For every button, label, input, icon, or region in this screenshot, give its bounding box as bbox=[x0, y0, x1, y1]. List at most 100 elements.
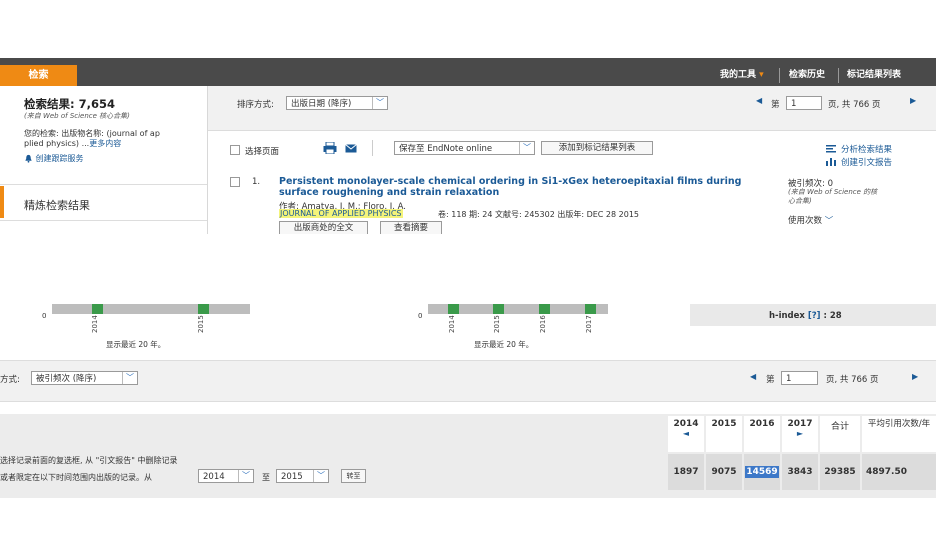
query-more-link[interactable]: 更多内容 bbox=[89, 139, 121, 148]
from-year-value: 2014 bbox=[203, 472, 225, 482]
citation-sort-select[interactable]: 被引频次 (降序) ﹀ bbox=[31, 371, 138, 385]
citations-2016: 14569 bbox=[744, 454, 780, 490]
citations-2014: 1897 bbox=[668, 454, 704, 490]
chart2-year-label: 2017 bbox=[585, 315, 593, 333]
next-page-icon[interactable]: ▶ bbox=[910, 96, 916, 105]
citations-2017: 3843 bbox=[782, 454, 818, 490]
refine-results-heading[interactable]: 精炼检索结果 bbox=[24, 197, 90, 213]
h-index: h-index [?] : 28 bbox=[769, 311, 842, 321]
record-journal[interactable]: JOURNAL OF APPLIED PHYSICS bbox=[279, 209, 403, 218]
page-number-input[interactable]: 1 bbox=[786, 96, 822, 110]
average-label: 平均引用次数/年 bbox=[867, 419, 931, 429]
citation-sort-value: 被引频次 (降序) bbox=[36, 374, 97, 384]
citation-sort-label: 方式: bbox=[0, 375, 20, 385]
full-text-button[interactable]: 出版商处的全文 bbox=[279, 221, 368, 234]
results-source: (来自 Web of Science 核心合集) bbox=[24, 112, 130, 120]
to-year-select[interactable]: 2015 ﹀ bbox=[276, 469, 329, 483]
create-alert-link[interactable]: 创建跟踪服务 bbox=[24, 153, 84, 164]
h-index-box: h-index [?] : 28 bbox=[690, 304, 936, 326]
marked-list-link[interactable]: 标记结果列表 bbox=[847, 65, 901, 86]
record-title-link[interactable]: Persistent monolayer-scale chemical orde… bbox=[279, 176, 741, 198]
chart2-bar bbox=[448, 304, 459, 314]
record-index: 1. bbox=[252, 177, 261, 187]
citation-page-label: 第 bbox=[766, 375, 775, 385]
sort-bar: 排序方式: 出版日期 (降序) ﹀ ◀ 第 1 页, 共 766 页 ▶ bbox=[208, 86, 936, 131]
my-tools-menu[interactable]: 我的工具 ▾ bbox=[720, 65, 764, 86]
year-column-2014: 2014 ◄ bbox=[668, 416, 704, 452]
refine-accent bbox=[0, 186, 4, 218]
search-results-panel: 检索 我的工具 ▾ 检索历史 标记结果列表 检索结果: 7,654 (来自 We… bbox=[0, 58, 936, 234]
filter-instructions-line2: 或者限定在以下时间范围内出版的记录。从 bbox=[0, 473, 152, 482]
tab-search[interactable]: 检索 bbox=[0, 65, 77, 86]
previous-page-icon[interactable]: ◀ bbox=[750, 372, 756, 381]
analyze-results-link[interactable]: 分析检索结果 bbox=[841, 143, 892, 155]
average-column-header: 平均引用次数/年 bbox=[862, 416, 936, 452]
chart1-footer: 显示最近 20 年。 bbox=[106, 340, 166, 349]
chart2-footer: 显示最近 20 年。 bbox=[474, 340, 534, 349]
previous-year-icon[interactable]: ◄ bbox=[668, 429, 704, 438]
year-label: 2014 bbox=[673, 419, 699, 429]
total-column-header: 合计 bbox=[820, 416, 860, 452]
chevron-down-icon: ﹀ bbox=[372, 97, 387, 109]
select-page-label: 选择页面 bbox=[245, 147, 280, 157]
year-label: 2017 bbox=[787, 419, 813, 429]
chevron-down-icon: ﹀ bbox=[238, 470, 253, 482]
year-label: 2016 bbox=[749, 419, 775, 429]
from-year-select[interactable]: 2014 ﹀ bbox=[198, 469, 254, 483]
search-history-link[interactable]: 检索历史 bbox=[789, 65, 825, 86]
usage-count-toggle[interactable]: 使用次数 ﹀ bbox=[788, 214, 833, 226]
select-page-checkbox[interactable] bbox=[230, 145, 240, 155]
my-tools-label: 我的工具 bbox=[720, 70, 757, 80]
add-to-marked-list-button[interactable]: 添加到标记结果列表 bbox=[541, 141, 653, 155]
sort-select-value: 出版日期 (降序) bbox=[291, 99, 352, 109]
citations-2015: 9075 bbox=[706, 454, 742, 490]
chart1-year-label: 2015 bbox=[197, 315, 205, 333]
to-year-value: 2015 bbox=[281, 472, 303, 482]
chevron-down-icon: ﹀ bbox=[313, 470, 328, 482]
sort-select[interactable]: 出版日期 (降序) ﹀ bbox=[286, 96, 388, 110]
view-abstract-button[interactable]: 查看摘要 bbox=[380, 221, 442, 234]
record-meta: 卷: 118 期: 24 文献号: 245302 出版年: DEC 28 201… bbox=[438, 210, 639, 219]
citation-report-panel: 0 2014 2015 显示最近 20 年。 0 2014 2015 2016 … bbox=[0, 304, 936, 498]
chevron-down-icon: ﹀ bbox=[122, 372, 137, 384]
analyze-icon bbox=[826, 145, 836, 153]
to-label: 至 bbox=[262, 473, 270, 482]
previous-page-icon[interactable]: ◀ bbox=[756, 96, 762, 105]
create-alert-label: 创建跟踪服务 bbox=[35, 154, 84, 163]
top-navigation-bar: 检索 我的工具 ▾ 检索历史 标记结果列表 bbox=[0, 58, 936, 86]
record-checkbox[interactable] bbox=[230, 177, 240, 187]
bell-icon bbox=[25, 154, 32, 163]
next-year-icon[interactable]: ► bbox=[782, 429, 818, 438]
usage-count-label: 使用次数 bbox=[788, 216, 823, 226]
citation-page-input[interactable]: 1 bbox=[781, 371, 818, 385]
citation-sort-bar: 方式: 被引频次 (降序) ﹀ ◀ 第 1 页, 共 766 页 ▶ bbox=[0, 360, 936, 402]
year-label: 2015 bbox=[711, 419, 737, 429]
year-column-2017: 2017 ► bbox=[782, 416, 818, 452]
chart2-year-label: 2015 bbox=[493, 315, 501, 333]
chart2-bar bbox=[539, 304, 550, 314]
save-to-endnote-select[interactable]: 保存至 EndNote online ﹀ bbox=[394, 141, 535, 155]
chevron-down-icon: ﹀ bbox=[824, 216, 834, 226]
email-icon[interactable] bbox=[345, 144, 357, 153]
total-label: 合计 bbox=[830, 422, 849, 432]
next-page-icon[interactable]: ▶ bbox=[912, 372, 918, 381]
save-to-endnote-label: 保存至 EndNote online bbox=[399, 144, 493, 154]
year-column-2015: 2015 bbox=[706, 416, 742, 452]
year-column-2016: 2016 bbox=[744, 416, 780, 452]
filter-instructions-line1: 选择记录前面的复选框, 从 "引文报告" 中删除记录 bbox=[0, 456, 178, 465]
h-index-help-link[interactable]: [?] bbox=[808, 311, 821, 321]
chart2-zero-label: 0 bbox=[418, 312, 423, 320]
times-cited-source-line2: 心合集) bbox=[788, 197, 812, 205]
chart1-baseline bbox=[52, 304, 250, 314]
sort-label: 排序方式: bbox=[237, 100, 274, 110]
chart1-bar bbox=[92, 304, 103, 314]
print-icon[interactable] bbox=[323, 142, 337, 154]
chart1-year-label: 2014 bbox=[91, 315, 99, 333]
create-citation-report-link[interactable]: 创建引文报告 bbox=[841, 156, 892, 168]
chart1-bar bbox=[198, 304, 209, 314]
chart2-year-label: 2014 bbox=[448, 315, 456, 333]
h-index-value: : 28 bbox=[823, 311, 842, 321]
record-title-line1: Persistent monolayer-scale chemical orde… bbox=[279, 176, 742, 187]
nav-divider bbox=[838, 68, 839, 83]
go-button[interactable]: 转至 bbox=[341, 469, 366, 483]
